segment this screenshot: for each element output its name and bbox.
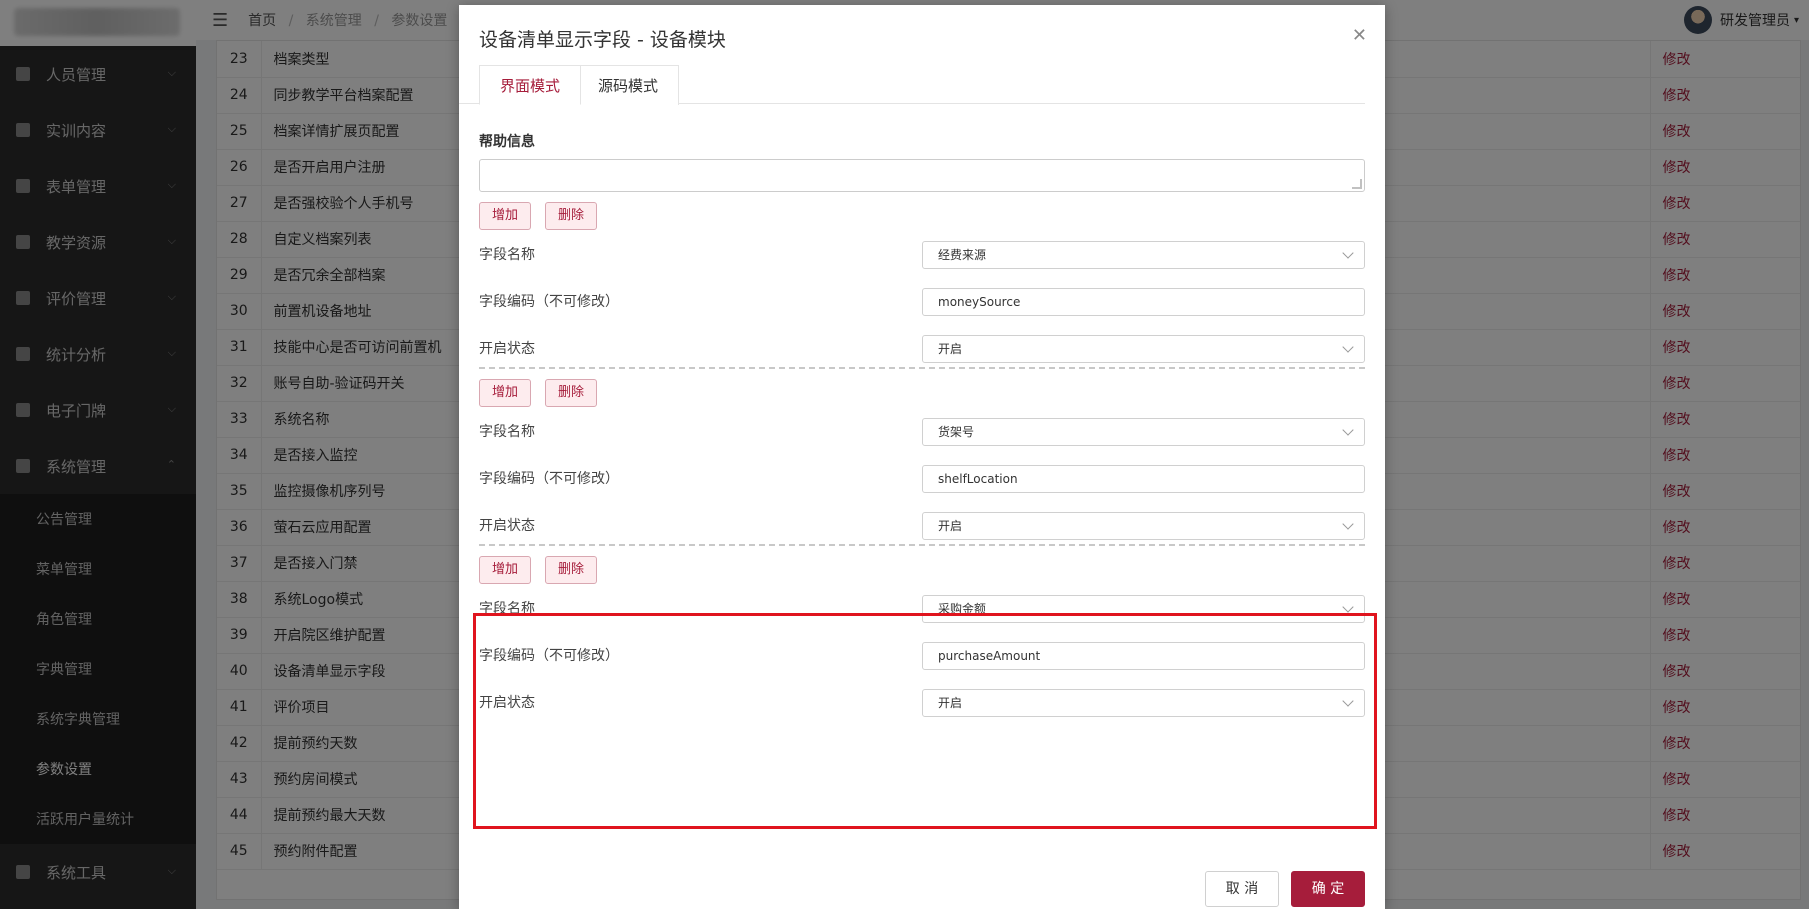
field-group: 增加 删除字段名称 经费来源字段编码（不可修改） moneySource 开启状态 开启 bbox=[479, 202, 1365, 363]
chevron-down-icon bbox=[1342, 601, 1354, 613]
status-select[interactable]: 开启 bbox=[922, 512, 1365, 540]
help-label: 帮助信息 bbox=[479, 134, 535, 150]
dialog-title: 设备清单显示字段 - 设备模块 bbox=[479, 29, 726, 51]
delete-button[interactable]: 删除 bbox=[545, 556, 598, 584]
status-select[interactable]: 开启 bbox=[922, 335, 1365, 363]
field-name-value: 货架号 bbox=[938, 425, 975, 439]
mode-tabs: 界面模式 源码模式 bbox=[479, 65, 1385, 107]
chevron-down-icon bbox=[1342, 247, 1354, 259]
field-name-select[interactable]: 货架号 bbox=[922, 418, 1365, 446]
chevron-down-icon bbox=[1342, 424, 1354, 436]
delete-button[interactable]: 删除 bbox=[545, 379, 598, 407]
highlight-box bbox=[473, 613, 1377, 829]
field-code-input[interactable]: moneySource bbox=[922, 288, 1365, 316]
tab-source-mode[interactable]: 源码模式 bbox=[577, 65, 680, 105]
add-button[interactable]: 增加 bbox=[479, 556, 532, 584]
status-value: 开启 bbox=[938, 519, 963, 533]
field-name-label: 字段名称 bbox=[479, 247, 535, 263]
status-label: 开启状态 bbox=[479, 518, 535, 534]
group-divider bbox=[479, 544, 1365, 546]
field-group: 增加 删除字段名称 货架号字段编码（不可修改） shelfLocation 开启状态 开启 bbox=[479, 379, 1365, 540]
add-button[interactable]: 增加 bbox=[479, 379, 532, 407]
group-divider bbox=[479, 367, 1365, 369]
tab-ui-mode[interactable]: 界面模式 bbox=[479, 65, 582, 105]
field-code-value: shelfLocation bbox=[938, 472, 1018, 486]
help-textarea[interactable] bbox=[479, 159, 1365, 192]
close-icon[interactable]: ✕ bbox=[1352, 25, 1367, 46]
field-name-value: 经费来源 bbox=[938, 248, 987, 262]
status-value: 开启 bbox=[938, 342, 963, 356]
chevron-down-icon bbox=[1342, 341, 1354, 353]
field-code-label: 字段编码（不可修改） bbox=[479, 294, 619, 310]
resize-handle-icon[interactable] bbox=[1352, 179, 1362, 189]
ok-button[interactable]: 确 定 bbox=[1291, 871, 1365, 907]
delete-button[interactable]: 删除 bbox=[545, 202, 598, 230]
field-name-label: 字段名称 bbox=[479, 424, 535, 440]
field-code-label: 字段编码（不可修改） bbox=[479, 471, 619, 487]
field-name-select[interactable]: 经费来源 bbox=[922, 241, 1365, 269]
status-label: 开启状态 bbox=[479, 341, 535, 357]
chevron-down-icon bbox=[1342, 518, 1354, 530]
cancel-button[interactable]: 取 消 bbox=[1205, 871, 1279, 907]
field-code-value: moneySource bbox=[938, 295, 1021, 309]
field-code-input[interactable]: shelfLocation bbox=[922, 465, 1365, 493]
add-button[interactable]: 增加 bbox=[479, 202, 532, 230]
